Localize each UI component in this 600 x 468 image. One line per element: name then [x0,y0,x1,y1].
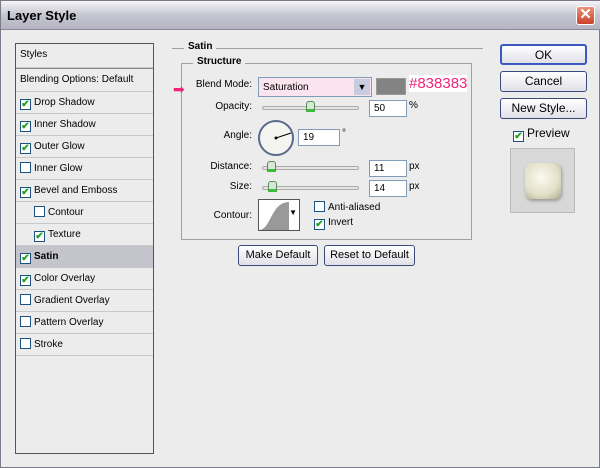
contour-picker[interactable]: ▼ [258,199,300,231]
style-item-label: Texture [48,229,81,240]
contour-dropdown-icon[interactable]: ▼ [289,208,297,217]
style-checkbox[interactable] [20,316,31,327]
distance-slider-thumb[interactable] [267,161,276,172]
cancel-button[interactable]: Cancel [500,71,587,92]
style-item-outer-glow[interactable]: ✔ Outer Glow [16,136,153,158]
style-checkbox[interactable]: ✔ [20,143,31,154]
distance-input[interactable]: 11 [369,160,407,177]
style-checkbox[interactable]: ✔ [20,253,31,264]
title-bar: Layer Style ✕ [1,1,600,30]
style-item-label: Pattern Overlay [34,317,104,328]
distance-slider[interactable] [262,166,359,170]
make-default-button[interactable]: Make Default [238,245,318,266]
preview-checkbox[interactable]: ✔ Preview [513,126,570,142]
blend-mode-label: Blend Mode: [195,79,252,90]
opacity-slider-thumb[interactable] [306,101,315,112]
layer-style-dialog: Layer Style ✕ Styles Blending Options: D… [0,0,600,468]
style-item-inner-glow[interactable]: Inner Glow [16,158,153,180]
new-style-button[interactable]: New Style... [500,98,587,119]
close-button[interactable]: ✕ [576,6,595,25]
styles-header[interactable]: Styles [16,44,153,68]
invert-label: Invert [328,217,354,228]
style-checkbox[interactable] [34,206,45,217]
style-item-label: Color Overlay [34,273,96,284]
style-item-label: Contour [48,207,84,218]
contour-curve-icon [259,202,289,230]
angle-dial[interactable] [258,120,294,156]
style-checkbox[interactable] [20,162,31,173]
blend-mode-select[interactable]: Saturation ▼ [258,77,372,97]
style-item-label: Outer Glow [34,141,85,152]
style-checkbox[interactable]: ✔ [20,99,31,110]
style-checkbox[interactable]: ✔ [20,187,31,198]
size-label: Size: [229,181,252,192]
angle-label: Angle: [223,130,252,141]
invert-check[interactable]: ✔ [314,219,325,230]
angle-input[interactable]: 19 [298,129,340,146]
style-item-label: Inner Shadow [34,119,96,130]
style-item-label: Gradient Overlay [34,295,110,306]
opacity-unit: % [409,100,418,111]
preview-swatch [525,163,561,199]
satin-title: Satin [184,41,217,52]
chevron-down-icon[interactable]: ▼ [354,79,370,95]
anti-aliased-label: Anti-aliased [328,202,381,213]
blending-options[interactable]: Blending Options: Default [16,68,153,92]
invert-checkbox[interactable]: ✔ Invert [314,217,353,230]
opacity-label: Opacity: [215,101,252,112]
style-checkbox[interactable] [20,338,31,349]
style-item-contour[interactable]: Contour [16,202,153,224]
style-item-color-overlay[interactable]: ✔ Color Overlay [16,268,153,290]
style-checkbox[interactable]: ✔ [34,231,45,242]
anti-aliased-check[interactable] [314,201,325,212]
color-swatch[interactable] [376,78,406,95]
style-item-bevel-and-emboss[interactable]: ✔ Bevel and Emboss [16,180,153,202]
style-item-texture[interactable]: ✔ Texture [16,224,153,246]
style-item-label: Stroke [34,339,63,350]
style-checkbox[interactable]: ✔ [20,275,31,286]
size-unit: px [409,181,420,192]
style-checkbox[interactable] [20,294,31,305]
style-item-satin[interactable]: ✔ Satin [16,246,153,268]
style-item-drop-shadow[interactable]: ✔ Drop Shadow [16,92,153,114]
style-item-label: Drop Shadow [34,97,95,108]
style-checkbox[interactable]: ✔ [20,121,31,132]
reset-default-button[interactable]: Reset to Default [324,245,415,266]
style-item-label: Inner Glow [34,163,83,174]
style-preview [510,148,575,213]
style-item-stroke[interactable]: Stroke [16,334,153,356]
contour-label: Contour: [213,210,252,221]
size-input[interactable]: 14 [369,180,407,197]
distance-unit: px [409,161,420,172]
preview-label: Preview [527,126,570,140]
styles-list: Styles Blending Options: Default ✔ Drop S… [15,43,154,454]
style-item-pattern-overlay[interactable]: Pattern Overlay [16,312,153,334]
blend-mode-value: Saturation [263,82,309,93]
color-annotation: #838383 [409,75,468,92]
opacity-input[interactable]: 50 [369,100,407,117]
window-title: Layer Style [7,8,77,23]
angle-unit: ° [342,128,346,139]
size-slider-thumb[interactable] [268,181,277,192]
style-item-inner-shadow[interactable]: ✔ Inner Shadow [16,114,153,136]
preview-check[interactable]: ✔ [513,131,524,142]
structure-title: Structure [193,56,246,67]
style-item-label: Satin [34,251,59,262]
anti-aliased-checkbox[interactable]: Anti-aliased [314,201,380,213]
style-item-label: Bevel and Emboss [34,185,118,196]
ok-button[interactable]: OK [500,44,587,65]
distance-label: Distance: [210,161,252,172]
style-item-gradient-overlay[interactable]: Gradient Overlay [16,290,153,312]
